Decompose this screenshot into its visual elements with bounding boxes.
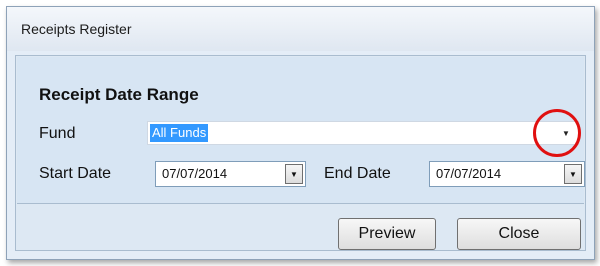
end-date-value: 07/07/2014 <box>436 166 502 181</box>
preview-button[interactable]: Preview <box>338 218 436 250</box>
fund-selected-value: All Funds <box>150 124 209 142</box>
chevron-down-icon[interactable]: ▼ <box>285 164 303 184</box>
fund-label: Fund <box>39 125 76 142</box>
group-heading: Receipt Date Range <box>39 85 199 104</box>
start-date-value: 07/07/2014 <box>162 166 228 181</box>
window-title: Receipts Register <box>21 21 132 37</box>
chevron-down-icon[interactable]: ▼ <box>564 164 582 184</box>
receipts-register-window: Receipts Register Receipt Date Range Fun… <box>6 6 595 260</box>
end-date-label: End Date <box>324 165 391 182</box>
client-area: Receipt Date Range Fund All Funds ▼ Star… <box>15 55 586 251</box>
start-date-picker[interactable]: 07/07/2014 ▼ <box>155 161 306 187</box>
date-range-group: Receipt Date Range Fund All Funds ▼ Star… <box>17 57 585 204</box>
close-button[interactable]: Close <box>457 218 581 250</box>
chevron-down-icon[interactable]: ▼ <box>556 124 576 142</box>
fund-combobox[interactable]: All Funds ▼ <box>147 121 579 145</box>
title-bar[interactable]: Receipts Register <box>7 7 594 51</box>
start-date-label: Start Date <box>39 165 112 182</box>
end-date-picker[interactable]: 07/07/2014 ▼ <box>429 161 585 187</box>
